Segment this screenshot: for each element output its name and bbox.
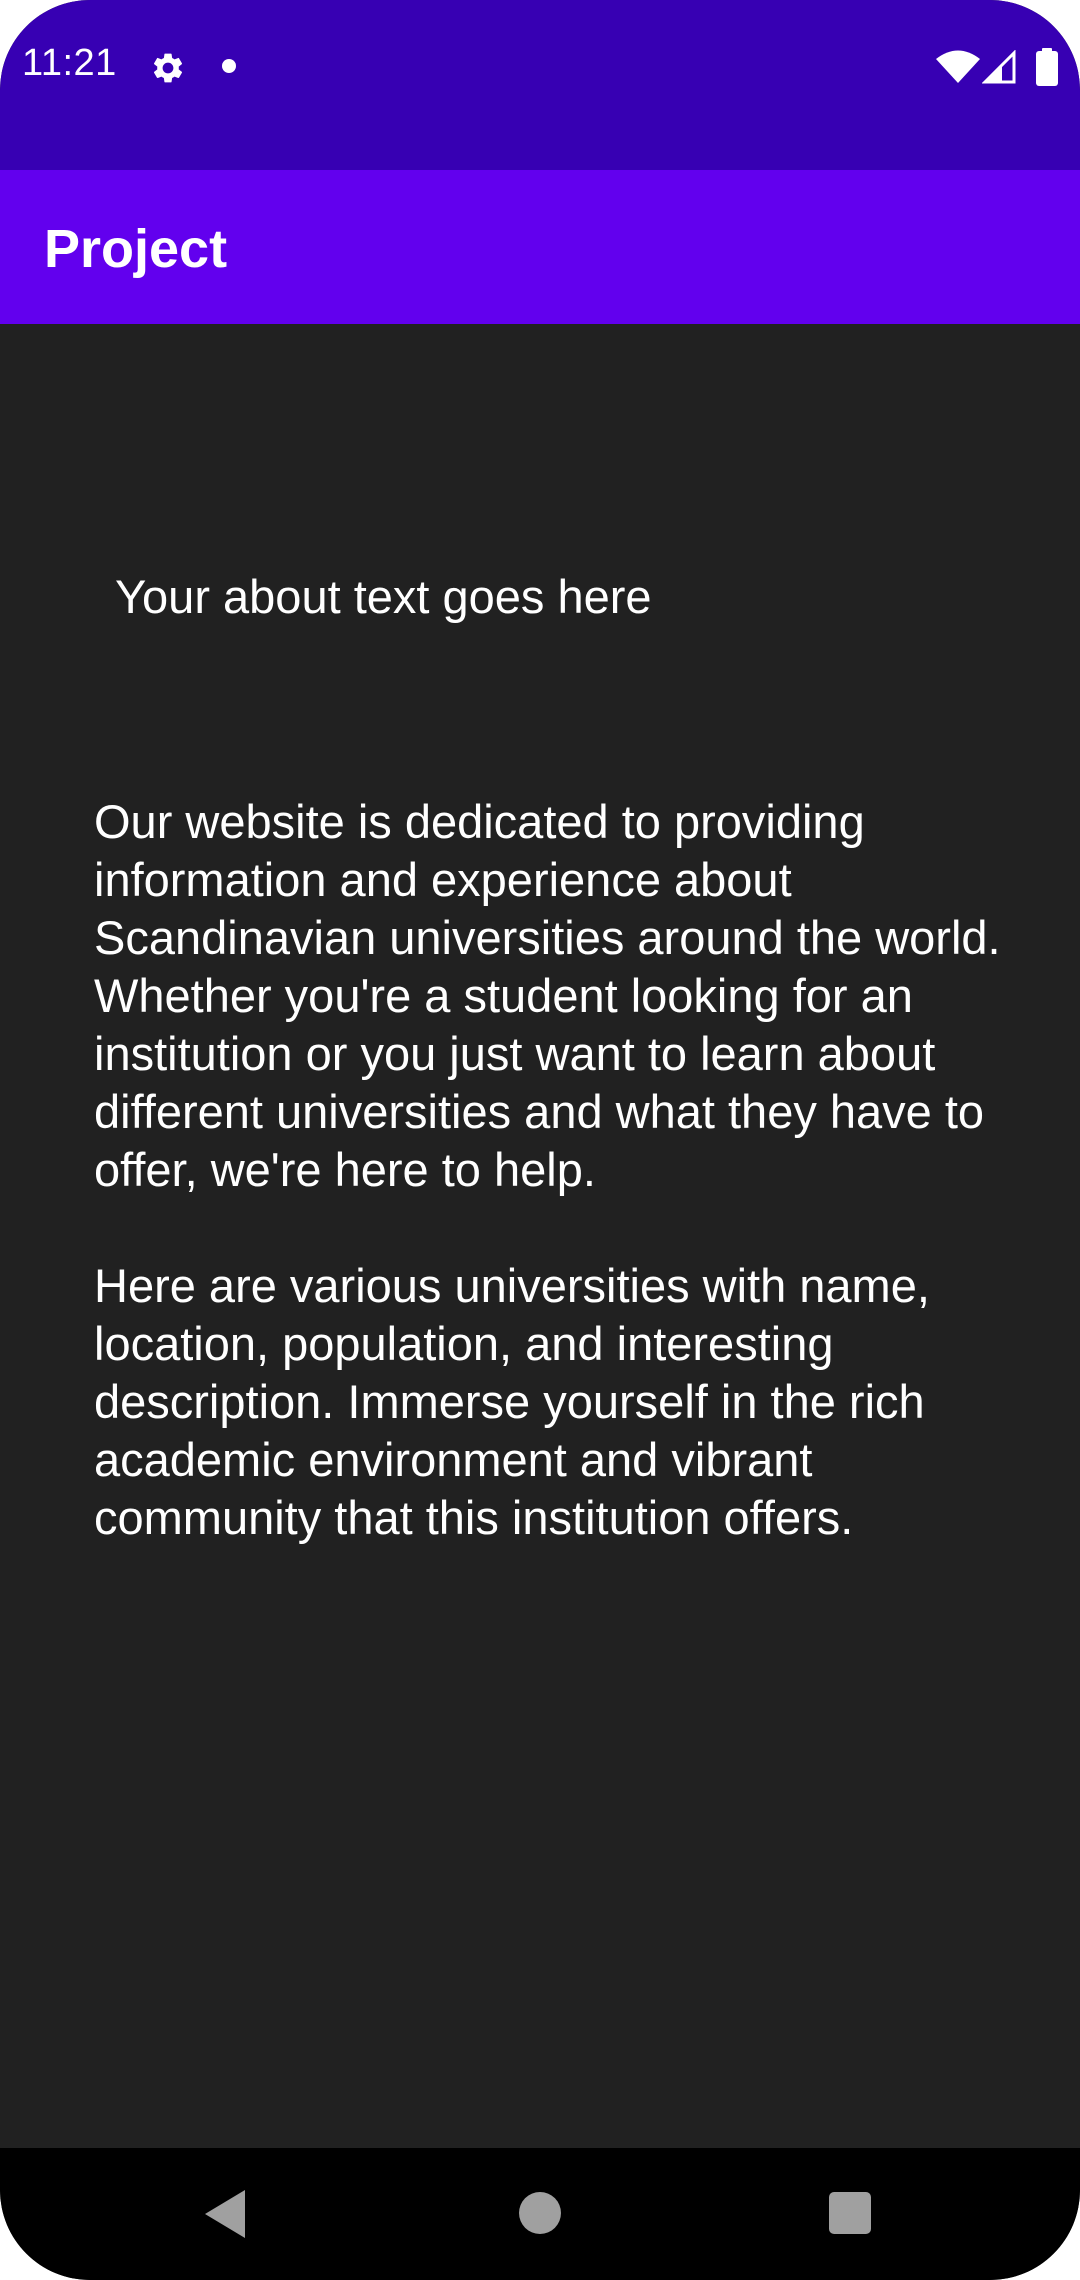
navigation-bar	[0, 2148, 1080, 2280]
wifi-icon	[936, 50, 980, 83]
notification-dot-icon	[222, 59, 236, 73]
status-time: 11:21	[22, 42, 117, 84]
signal-icon	[982, 50, 1016, 84]
home-icon[interactable]	[519, 2192, 561, 2234]
phone-screen: 11:21 Project Your about text goes here …	[0, 0, 1080, 2280]
gear-icon	[153, 53, 183, 83]
back-icon[interactable]	[205, 2190, 247, 2238]
about-paragraph: Here are various universities with name,…	[94, 1259, 930, 1544]
about-heading: Your about text goes here	[115, 570, 652, 623]
about-body: Our website is dedicated to providing in…	[94, 793, 1014, 1605]
app-bar: Project	[0, 170, 1080, 324]
status-bar: 11:21	[0, 0, 1080, 170]
app-title: Project	[44, 219, 228, 279]
recents-icon[interactable]	[829, 2192, 871, 2234]
battery-icon	[1036, 48, 1058, 86]
about-paragraph: Our website is dedicated to providing in…	[94, 795, 1001, 1196]
about-content: Your about text goes here Our website is…	[0, 324, 1080, 2148]
